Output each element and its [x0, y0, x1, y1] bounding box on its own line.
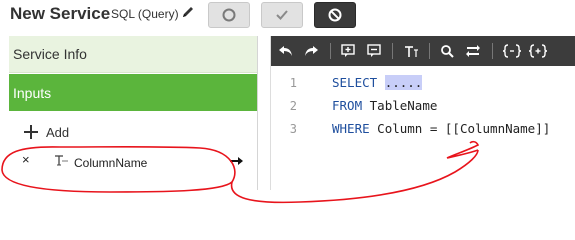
circle-button[interactable]	[208, 2, 250, 28]
insert-parameter-icon[interactable]	[529, 42, 547, 60]
input-name: ColumnName	[74, 156, 148, 170]
plus-icon	[24, 125, 38, 139]
undo-icon[interactable]	[277, 42, 295, 60]
code-text: Column = [[ColumnName]]	[377, 121, 551, 136]
add-label: Add	[46, 124, 70, 140]
confirm-button[interactable]	[261, 2, 303, 28]
code-line[interactable]: SELECT .....	[332, 75, 423, 90]
input-list-item[interactable]: × ColumnName	[0, 150, 258, 174]
sql-keyword: FROM	[332, 98, 363, 113]
line-number: 2	[289, 99, 297, 113]
insert-comment-icon[interactable]	[339, 42, 357, 60]
code-line[interactable]: FROM TableName	[332, 98, 437, 113]
service-type-label: SQL (Query)	[111, 7, 179, 21]
page-title: New Service	[10, 4, 111, 23]
code-line[interactable]: WHERE Column = [[ColumnName]]	[332, 121, 550, 136]
add-input-button[interactable]: Add	[24, 122, 69, 142]
checkmark-icon	[276, 10, 288, 20]
arrow-right-icon[interactable]	[230, 154, 244, 169]
sidebar-item-inputs[interactable]: Inputs	[9, 74, 258, 111]
text-format-icon[interactable]	[402, 42, 420, 60]
sql-keyword: SELECT	[332, 75, 378, 90]
replace-icon[interactable]	[464, 42, 482, 60]
pencil-icon[interactable]	[181, 5, 195, 19]
toolbar-divider	[392, 43, 393, 59]
sql-editor[interactable]: 1 SELECT ..... 2 FROM TableName 3 WHERE …	[270, 36, 575, 190]
comment-icon[interactable]	[365, 42, 383, 60]
sidebar-item-label: Service Info	[13, 46, 87, 62]
sidebar-item-service-info[interactable]: Service Info	[9, 36, 258, 73]
selected-text: .....	[384, 75, 423, 90]
text-type-icon	[54, 154, 70, 170]
editor-toolbar	[271, 36, 575, 66]
search-icon[interactable]	[439, 42, 457, 60]
code-text: TableName	[369, 98, 438, 113]
cancel-icon	[328, 8, 342, 22]
cancel-button[interactable]	[314, 2, 356, 28]
brackets-icon[interactable]	[503, 42, 521, 60]
line-number: 3	[289, 122, 297, 136]
sql-keyword: WHERE	[332, 121, 370, 136]
line-number: 1	[289, 76, 297, 90]
sidebar-item-label: Inputs	[13, 84, 52, 101]
toolbar-divider	[492, 43, 493, 59]
toolbar-divider	[330, 43, 331, 59]
circle-icon	[222, 8, 236, 22]
toolbar-divider	[429, 43, 430, 59]
close-icon[interactable]: ×	[22, 152, 30, 167]
redo-icon[interactable]	[302, 42, 320, 60]
